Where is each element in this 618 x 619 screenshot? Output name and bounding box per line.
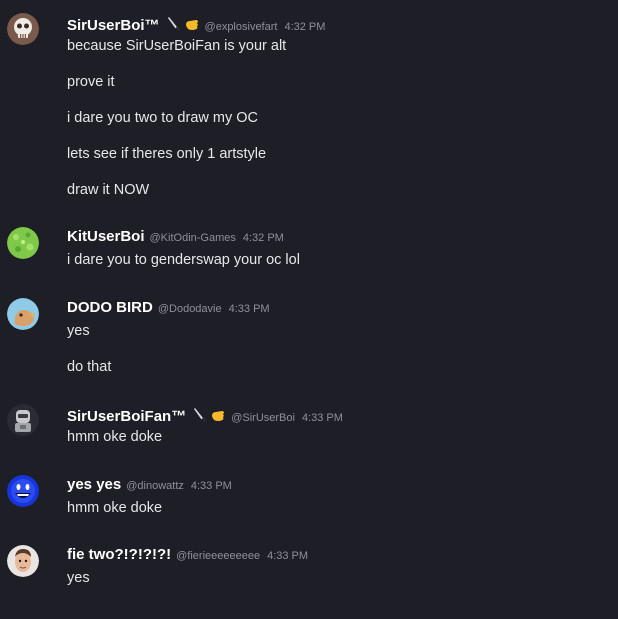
message-header: SirUserBoiFan™ @SirUserBoi 4:33 PM xyxy=(67,405,343,425)
timestamp: 4:33 PM xyxy=(267,550,309,562)
avatar[interactable] xyxy=(7,475,39,507)
knife-icon xyxy=(194,408,207,422)
avatar[interactable] xyxy=(7,298,39,330)
message-text: i dare you two to draw my OC xyxy=(67,110,258,126)
username[interactable]: SirUserBoiFan™ xyxy=(67,408,186,425)
message-text: do that xyxy=(67,359,112,375)
username[interactable]: DODO BIRD xyxy=(67,299,153,316)
username[interactable]: fie two?!?!?!?! xyxy=(67,546,171,563)
user-handle[interactable]: @explosivefart xyxy=(205,21,278,33)
skull-avatar-icon xyxy=(7,13,39,45)
message-text: lets see if theres only 1 artstyle xyxy=(67,146,267,162)
timestamp: 4:33 PM xyxy=(301,412,343,424)
message-header: fie two?!?!?!?! @fierieeeeeeeee 4:33 PM xyxy=(67,546,308,566)
bird-avatar-icon xyxy=(7,298,39,330)
username[interactable]: SirUserBoi™ xyxy=(67,17,160,34)
robot-avatar-icon xyxy=(7,404,39,436)
avatar[interactable] xyxy=(7,227,39,259)
username[interactable]: KitUserBoi xyxy=(67,228,145,245)
message-text: prove it xyxy=(67,74,115,90)
chat-log: SirUserBoi™ @explosivefart 4:32 PM becau… xyxy=(0,0,618,619)
user-handle[interactable]: @KitOdin-Games xyxy=(150,232,236,244)
timestamp: 4:33 PM xyxy=(228,303,270,315)
face-avatar-icon xyxy=(7,545,39,577)
message-header: SirUserBoi™ @explosivefart 4:32 PM xyxy=(67,14,325,34)
avatar[interactable] xyxy=(7,404,39,436)
avatar[interactable] xyxy=(7,13,39,45)
green-blob-avatar-icon xyxy=(7,227,39,259)
badges xyxy=(192,407,226,423)
message-text: i dare you to genderswap your oc lol xyxy=(67,252,300,268)
timestamp: 4:32 PM xyxy=(242,232,284,244)
user-handle[interactable]: @dinowattz xyxy=(126,480,184,492)
message-header: DODO BIRD @Dododavie 4:33 PM xyxy=(67,299,270,319)
message-text: hmm oke doke xyxy=(67,500,163,516)
message-text: draw it NOW xyxy=(67,182,150,198)
user-handle[interactable]: @SirUserBoi xyxy=(231,412,295,424)
username[interactable]: yes yes xyxy=(67,476,121,493)
user-handle[interactable]: @fierieeeeeeeee xyxy=(176,550,260,562)
message-text: yes xyxy=(67,570,90,586)
user-handle[interactable]: @Dododavie xyxy=(158,303,222,315)
badges xyxy=(166,16,200,32)
message-header: yes yes @dinowattz 4:33 PM xyxy=(67,476,232,496)
knife-icon xyxy=(167,17,181,31)
hand-icon xyxy=(212,411,225,421)
blue-smiley-avatar-icon xyxy=(7,475,39,507)
message-text: yes xyxy=(67,323,90,339)
message-text: hmm oke doke xyxy=(67,429,163,445)
avatar[interactable] xyxy=(7,545,39,577)
timestamp: 4:33 PM xyxy=(190,480,232,492)
message-text: because SirUserBoiFan is your alt xyxy=(67,38,287,54)
hand-icon xyxy=(185,20,198,30)
message-header: KitUserBoi @KitOdin-Games 4:32 PM xyxy=(67,228,284,248)
timestamp: 4:32 PM xyxy=(284,21,326,33)
